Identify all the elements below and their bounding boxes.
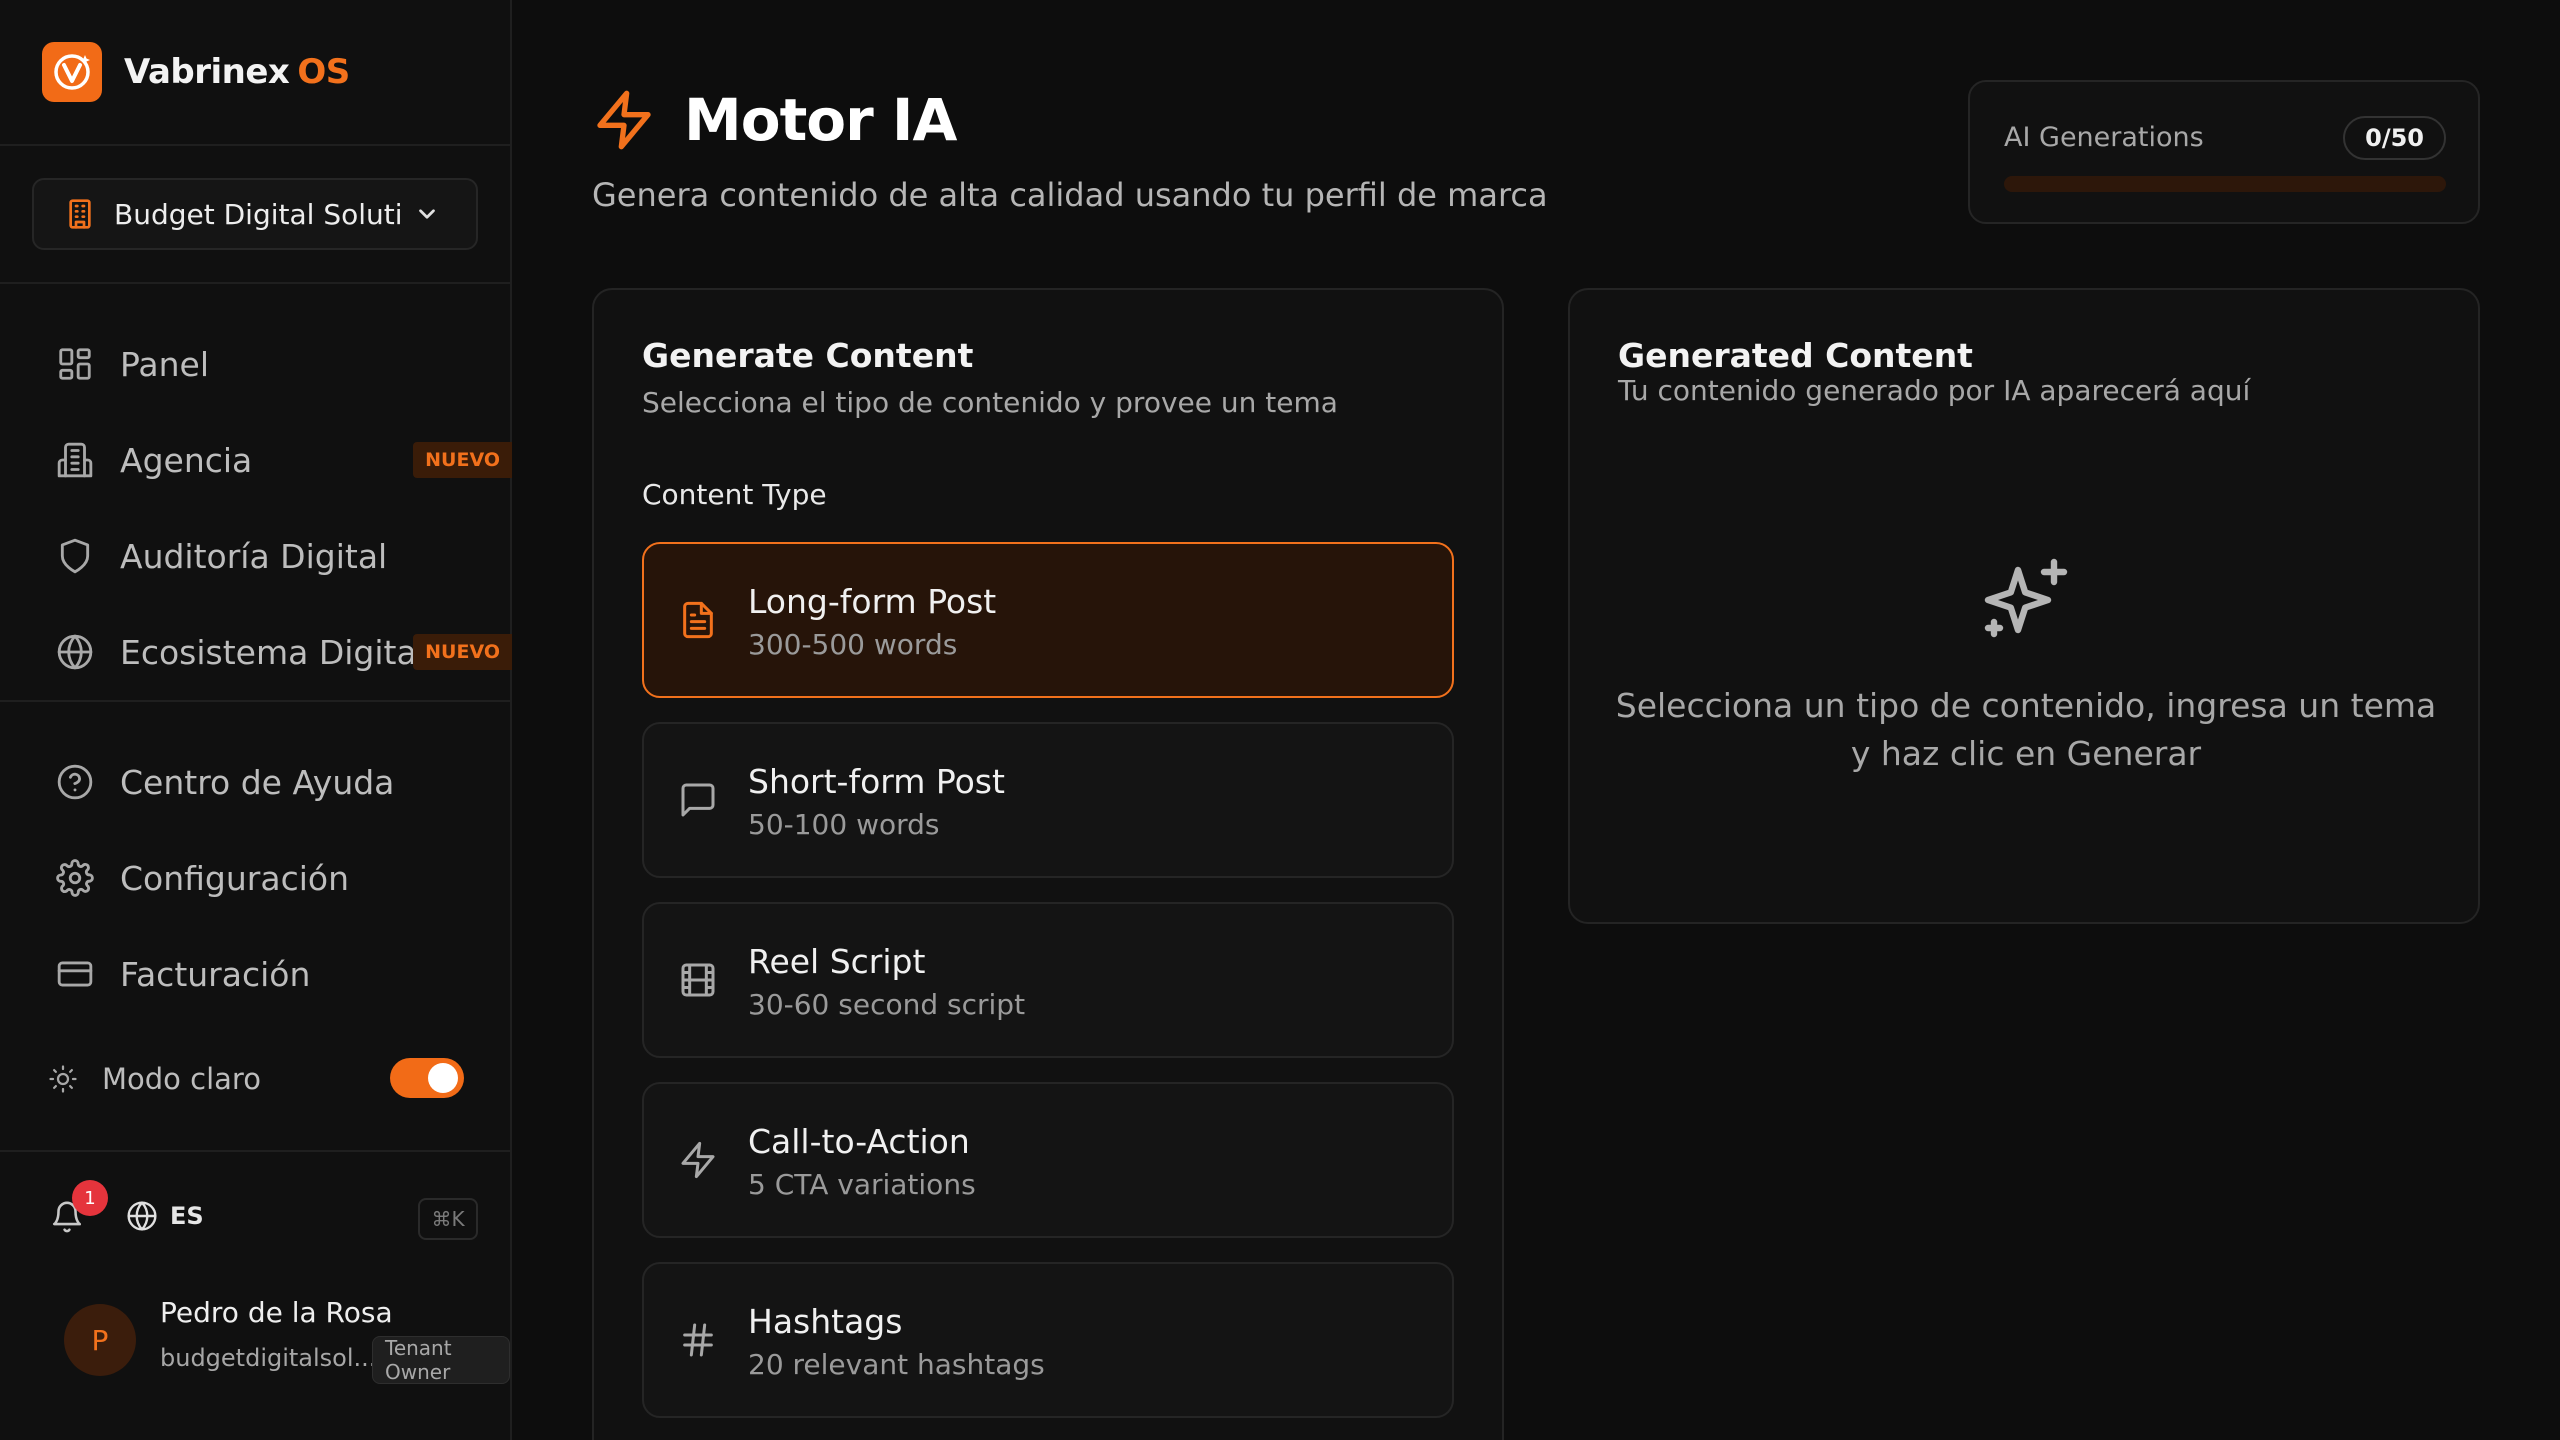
nav-label: Panel xyxy=(120,344,210,384)
content-type-name: Hashtags xyxy=(748,1302,903,1341)
content-type-cta[interactable]: Call-to-Action 5 CTA variations xyxy=(642,1082,1454,1238)
help-circle-icon xyxy=(57,764,93,800)
notification-count-badge: 1 xyxy=(72,1180,108,1216)
command-shortcut-button[interactable]: ⌘K xyxy=(418,1198,478,1240)
new-badge: NUEVO xyxy=(413,634,512,670)
content-type-desc: 300-500 words xyxy=(748,628,958,661)
nav-label: Auditoría Digital xyxy=(120,536,388,576)
nav-label: Agencia xyxy=(120,440,253,480)
generated-content-panel: Generated Content Tu contenido generado … xyxy=(1568,288,2480,924)
nav-item-ecosistema[interactable]: Ecosistema Digital NUEVO xyxy=(56,620,512,684)
language-selector[interactable]: ES xyxy=(126,1200,204,1232)
nav-item-facturacion[interactable]: Facturación xyxy=(56,942,512,1006)
content-type-name: Short-form Post xyxy=(748,762,1005,801)
generate-content-panel: Generate Content Selecciona el tipo de c… xyxy=(592,288,1504,1440)
content-type-name: Reel Script xyxy=(748,942,926,981)
content-type-desc: 5 CTA variations xyxy=(748,1168,976,1201)
language-code: ES xyxy=(170,1202,204,1230)
divider xyxy=(0,144,512,146)
divider xyxy=(0,282,512,284)
sun-icon xyxy=(49,1065,77,1093)
toggle-knob xyxy=(428,1063,458,1093)
content-type-label: Content Type xyxy=(642,478,827,511)
content-type-desc: 50-100 words xyxy=(748,808,940,841)
content-type-name: Call-to-Action xyxy=(748,1122,970,1161)
building-icon xyxy=(69,199,91,229)
avatar[interactable]: P xyxy=(64,1304,136,1376)
panel-subtitle: Selecciona el tipo de contenido y provee… xyxy=(642,386,1338,419)
message-icon xyxy=(681,783,715,817)
brand-logo-icon xyxy=(42,42,102,102)
nav-item-agencia[interactable]: Agencia NUEVO xyxy=(56,428,512,492)
panel-subtitle: Tu contenido generado por IA aparecerá a… xyxy=(1618,374,2251,407)
content-type-desc: 30-60 second script xyxy=(748,988,1026,1021)
dashboard-icon xyxy=(59,348,91,380)
ai-generations-progress xyxy=(2004,176,2446,192)
content-type-desc: 20 relevant hashtags xyxy=(748,1348,1045,1381)
ai-generations-count: 0/50 xyxy=(2343,116,2446,160)
nav-label: Facturación xyxy=(120,954,311,994)
page-title: Motor IA xyxy=(684,86,957,154)
theme-toggle-row: Modo claro xyxy=(48,1054,464,1104)
user-name: Pedro de la Rosa xyxy=(160,1296,393,1329)
gear-icon xyxy=(56,859,94,897)
content-type-short-form[interactable]: Short-form Post 50-100 words xyxy=(642,722,1454,878)
nav-item-panel[interactable]: Panel xyxy=(56,332,512,396)
user-role-tooltip: Tenant Owner xyxy=(372,1336,510,1384)
globe-icon xyxy=(127,1201,157,1231)
globe-icon xyxy=(57,634,93,670)
panel-title: Generate Content xyxy=(642,336,974,375)
shield-icon xyxy=(60,538,90,574)
empty-state-message: Selecciona un tipo de contenido, ingresa… xyxy=(1615,686,2437,773)
page-header: Motor IA xyxy=(592,86,957,154)
divider xyxy=(0,700,512,702)
content-type-reel-script[interactable]: Reel Script 30-60 second script xyxy=(642,902,1454,1058)
theme-toggle[interactable] xyxy=(390,1058,464,1098)
building-icon xyxy=(57,442,93,478)
sidebar: Vabrinex OS Budget Digital Soluti... Pane… xyxy=(0,0,512,1440)
nav-item-ayuda[interactable]: Centro de Ayuda xyxy=(56,750,512,814)
content-type-name: Long-form Post xyxy=(748,582,997,621)
tenant-name: Budget Digital Soluti... xyxy=(114,197,404,231)
credit-card-icon xyxy=(57,961,93,987)
brand-name: Vabrinex OS xyxy=(124,52,350,92)
page-subtitle: Genera contenido de alta calidad usando … xyxy=(592,176,1548,214)
ai-generations-card: AI Generations 0/50 xyxy=(1968,80,2480,224)
nav-label: Ecosistema Digital xyxy=(120,632,426,672)
document-icon xyxy=(683,601,713,639)
tenant-selector[interactable]: Budget Digital Soluti... xyxy=(32,178,478,250)
lightning-icon xyxy=(681,1141,715,1179)
divider xyxy=(0,1150,512,1152)
content-type-hashtags[interactable]: Hashtags 20 relevant hashtags xyxy=(642,1262,1454,1418)
chevron-down-icon xyxy=(419,209,435,219)
user-email: budgetdigitalsol... xyxy=(160,1344,377,1372)
nav-item-auditoria[interactable]: Auditoría Digital xyxy=(56,524,512,588)
theme-toggle-label: Modo claro xyxy=(102,1062,261,1096)
nav-label: Configuración xyxy=(120,858,350,898)
film-icon xyxy=(681,963,715,997)
nav-item-configuracion[interactable]: Configuración xyxy=(56,846,512,910)
ai-generations-label: AI Generations xyxy=(2004,122,2204,153)
brand[interactable]: Vabrinex OS xyxy=(42,42,350,102)
sparkles-icon xyxy=(1984,558,2068,638)
new-badge: NUEVO xyxy=(413,442,512,478)
lightning-icon xyxy=(597,90,651,150)
nav-label: Centro de Ayuda xyxy=(120,762,395,802)
content-type-long-form[interactable]: Long-form Post 300-500 words xyxy=(642,542,1454,698)
hash-icon xyxy=(683,1323,713,1357)
panel-title: Generated Content xyxy=(1618,336,1973,375)
